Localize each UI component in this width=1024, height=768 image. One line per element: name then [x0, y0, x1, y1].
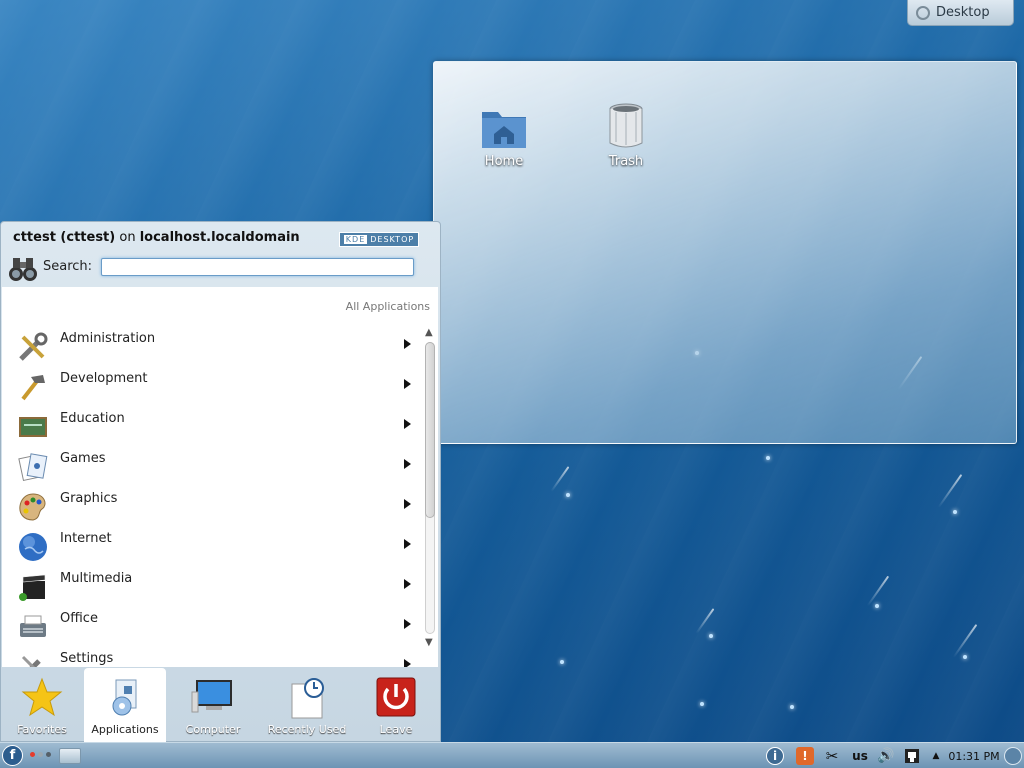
clock-document-icon — [291, 678, 324, 719]
network-icon[interactable] — [903, 747, 921, 765]
application-category-list: All Applications Administration Developm… — [2, 287, 438, 667]
category-multimedia[interactable]: Multimedia — [2, 565, 422, 605]
category-development[interactable]: Development — [2, 365, 422, 405]
update-alert-icon[interactable]: ! — [796, 747, 814, 765]
search-input[interactable] — [101, 258, 414, 276]
home-folder-icon — [482, 112, 526, 148]
category-education[interactable]: Education — [2, 405, 422, 445]
submenu-arrow-icon — [404, 539, 411, 549]
submenu-arrow-icon — [404, 459, 411, 469]
applications-icon — [112, 679, 137, 716]
launcher-user-header: cttest (cttest) on localhost.localdomain — [13, 230, 300, 245]
desktop-toolbox-label: Desktop — [936, 5, 990, 20]
palette-icon — [19, 493, 46, 521]
clipboard-scissors-icon[interactable]: ✂ — [823, 747, 841, 765]
desktop-icon-label: Trash — [608, 154, 644, 169]
tools-icon — [19, 332, 48, 361]
clapperboard-icon — [19, 574, 46, 601]
category-list-scrollbar[interactable]: ▲ ▼ — [423, 327, 437, 667]
show-desktop-button[interactable] — [59, 748, 81, 764]
info-icon[interactable]: i — [766, 747, 784, 765]
submenu-arrow-icon — [404, 339, 411, 349]
launcher-on-word: on — [119, 230, 136, 245]
network-plug-icon — [905, 749, 919, 763]
scrollbar-thumb[interactable] — [425, 342, 435, 518]
desktop-toolbox-button[interactable]: Desktop — [907, 0, 1014, 26]
chevron-down-icon[interactable]: ▼ — [425, 637, 433, 648]
tab-applications[interactable]: Applications — [84, 668, 166, 742]
search-label: Search: — [43, 259, 93, 274]
power-icon — [376, 677, 416, 717]
cards-icon — [18, 453, 48, 482]
pager-desktop-2[interactable] — [38, 752, 43, 757]
category-internet[interactable]: Internet — [2, 525, 422, 565]
volume-icon[interactable]: 🔊 — [875, 747, 897, 765]
pager-desktop-1[interactable] — [30, 752, 35, 757]
tab-leave[interactable]: Leave — [357, 668, 435, 742]
monitor-icon — [191, 680, 232, 713]
category-office[interactable]: Office — [2, 605, 422, 645]
gear-icon — [916, 5, 930, 20]
chevron-up-icon[interactable]: ▲ — [425, 327, 433, 338]
tab-favorites[interactable]: Favorites — [1, 668, 83, 742]
binoculars-icon — [9, 258, 37, 281]
panel-toolbox-cashew-icon[interactable] — [1004, 747, 1022, 765]
keyboard-layout-indicator[interactable]: us — [849, 747, 871, 765]
category-settings[interactable]: Settings — [2, 645, 422, 667]
breadcrumb[interactable]: All Applications — [346, 300, 430, 313]
category-games[interactable]: Games — [2, 445, 422, 485]
desktop-icon-label: Home — [484, 154, 524, 169]
desktop-icon-home[interactable]: Home — [464, 106, 544, 169]
submenu-arrow-icon — [404, 659, 411, 667]
application-launcher-menu: cttest (cttest) on localhost.localdomain… — [0, 221, 441, 742]
tab-computer[interactable]: Computer — [171, 668, 255, 742]
application-launcher-button[interactable]: f — [2, 745, 23, 766]
folder-view-widget[interactable]: Home Trash — [433, 61, 1017, 444]
submenu-arrow-icon — [404, 379, 411, 389]
chalkboard-icon — [19, 417, 47, 437]
virtual-desktop-pager[interactable] — [30, 752, 51, 757]
typewriter-icon — [20, 615, 46, 637]
launcher-user-name: cttest (cttest) — [13, 230, 116, 245]
settings-tools-icon — [21, 655, 41, 667]
hammer-icon — [21, 375, 45, 401]
globe-icon — [19, 533, 47, 561]
digital-clock[interactable]: 01:31 PM — [947, 747, 1001, 765]
panel-taskbar: f i ! ✂ us 🔊 ▲ 01:31 PM — [0, 742, 1024, 768]
star-icon — [21, 677, 63, 717]
kde-desktop-logo: KDE DESKTOP — [339, 232, 419, 247]
pager-desktop-3[interactable] — [46, 752, 51, 757]
submenu-arrow-icon — [404, 619, 411, 629]
category-administration[interactable]: Administration — [2, 325, 422, 365]
launcher-tab-bar: Favorites Applications Computer Recently… — [1, 668, 441, 742]
submenu-arrow-icon — [404, 419, 411, 429]
desktop-icon-trash[interactable]: Trash — [586, 102, 666, 169]
submenu-arrow-icon — [404, 579, 411, 589]
submenu-arrow-icon — [404, 499, 411, 509]
launcher-host-name: localhost.localdomain — [139, 230, 300, 245]
trash-icon — [609, 103, 643, 148]
chevron-up-icon[interactable]: ▲ — [930, 747, 942, 765]
category-graphics[interactable]: Graphics — [2, 485, 422, 525]
tab-recently-used[interactable]: Recently Used — [259, 668, 355, 742]
